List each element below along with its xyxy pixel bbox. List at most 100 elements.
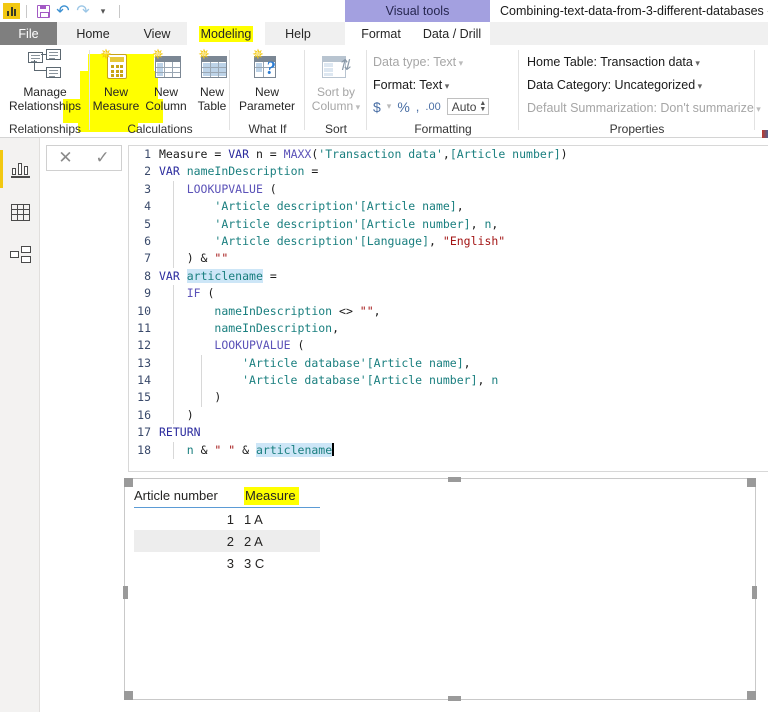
sidebar-item-report-view[interactable] xyxy=(0,150,40,188)
commit-formula-icon[interactable]: ✓ xyxy=(95,148,109,168)
dax-code-line[interactable]: 7 ) & "" xyxy=(129,250,768,268)
dax-code-line[interactable]: 12 LOOKUPVALUE ( xyxy=(129,337,768,355)
tab-modeling[interactable]: Modeling xyxy=(187,22,265,45)
resize-handle-br[interactable] xyxy=(747,691,756,700)
dax-token: ) xyxy=(159,407,194,422)
resize-handle-tr[interactable] xyxy=(747,478,756,487)
dax-code-line[interactable]: 13 'Article database'[Article name], xyxy=(129,354,768,373)
default-summarization-dropdown[interactable]: Default Summarization: Don't summarize ▾ xyxy=(527,101,761,115)
dax-token: nameInDescription xyxy=(214,320,333,335)
dax-code-line[interactable]: 3 LOOKUPVALUE ( xyxy=(129,180,768,199)
table-visual[interactable]: Article number Measure 1 1 A 2 2 A 3 3 C xyxy=(134,487,320,574)
ribbon-group-properties: Home Table: Transaction data ▾ Data Cate… xyxy=(519,45,761,138)
data-type-dropdown[interactable]: Data type: Text ▾ xyxy=(373,55,463,69)
sort-by-column-button[interactable]: ⇅ Sort by Column ▾ xyxy=(307,49,365,114)
tab-view[interactable]: View xyxy=(130,22,184,45)
cancel-formula-icon[interactable]: ✕ xyxy=(58,148,72,168)
dax-token: VAR xyxy=(228,147,250,161)
currency-format-button[interactable]: $ xyxy=(373,99,381,115)
qat-divider-2 xyxy=(119,4,120,18)
dax-code-line[interactable]: 17 RETURN xyxy=(129,424,768,441)
tab-format[interactable]: Format xyxy=(350,22,412,45)
table-row[interactable]: 2 2 A xyxy=(134,530,320,552)
currency-dropdown-icon[interactable]: ▾ xyxy=(387,101,392,112)
dax-code-line[interactable]: 1 Measure = VAR n = MAXX('Transaction dat… xyxy=(129,146,768,163)
tab-home[interactable]: Home xyxy=(63,22,123,45)
ribbon-group-what-if: ? ✵ New Parameter What If xyxy=(230,45,305,138)
dax-line-number: 14 xyxy=(137,373,151,388)
table-cell: 2 A xyxy=(244,533,263,549)
dax-code-line[interactable]: 4 'Article description'[Article name], xyxy=(129,198,768,216)
new-table-button[interactable]: ✵ New Table xyxy=(191,48,233,113)
dax-token: <> xyxy=(332,303,360,318)
ribbon: Manage Relationships Relationships ✵ New… xyxy=(0,45,768,138)
dax-code-line[interactable]: 2 VAR nameInDescription = xyxy=(129,163,768,180)
resize-handle-bl[interactable] xyxy=(124,691,133,700)
dax-code-line[interactable]: 6 'Article description'[Language], "Engl… xyxy=(129,232,768,251)
dax-code-line[interactable]: 11 nameInDescription, xyxy=(129,319,768,338)
percent-format-button[interactable]: % xyxy=(397,99,409,115)
decimal-places-button[interactable]: .00 xyxy=(425,101,440,113)
dax-token: [Article name] xyxy=(359,199,457,214)
decimal-places-stepper[interactable]: Auto ▲ ▼ xyxy=(446,98,490,115)
text-cursor xyxy=(332,442,334,456)
dax-code-line[interactable]: 8 VAR articlename = xyxy=(129,268,768,285)
indent-guide xyxy=(173,285,174,303)
new-column-button[interactable]: ✵ New Column xyxy=(143,48,189,113)
dax-code-line[interactable]: 15 ) xyxy=(129,389,768,407)
column-header-article-number[interactable]: Article number xyxy=(134,488,238,503)
data-category-dropdown[interactable]: Data Category: Uncategorized ▾ xyxy=(527,78,702,92)
resize-handle-right[interactable] xyxy=(752,586,757,599)
resize-handle-left[interactable] xyxy=(123,586,128,599)
dax-token: [Article name] xyxy=(366,355,464,370)
dax-token xyxy=(159,321,214,335)
resize-handle-bottom[interactable] xyxy=(448,696,461,701)
contextual-tab-group-visual-tools: Visual tools xyxy=(345,0,490,22)
dax-code-line[interactable]: 5 'Article description'[Article number],… xyxy=(129,215,768,233)
new-measure-button[interactable]: ✵ New Measure xyxy=(92,48,140,113)
ribbon-tab-row: File Home View Modeling Help Format Data… xyxy=(0,22,768,45)
dax-code-line[interactable]: 16 ) xyxy=(129,406,768,425)
dax-code-line[interactable]: 10 nameInDescription <> "", xyxy=(129,302,768,320)
tab-help[interactable]: Help xyxy=(272,22,324,45)
dax-line-number: 5 xyxy=(144,216,151,231)
table-row[interactable]: 3 3 C xyxy=(134,552,320,574)
format-dropdown[interactable]: Format: Text ▾ xyxy=(373,78,449,92)
dax-line-number: 1 xyxy=(144,147,151,161)
sidebar-item-data-view[interactable] xyxy=(0,193,40,231)
dax-line-number: 9 xyxy=(144,286,151,301)
window-title: Combining-text-data-from-3-different-dat… xyxy=(500,4,768,18)
dax-token: IF xyxy=(186,286,201,301)
stepper-arrows-icon[interactable]: ▲ ▼ xyxy=(479,100,486,113)
new-parameter-button[interactable]: ? ✵ New Parameter xyxy=(234,48,300,113)
dax-code-line[interactable]: 14 'Article database'[Article number], n xyxy=(129,372,768,390)
formula-bar-commit-controls: ✕ ✓ xyxy=(46,145,122,171)
home-table-dropdown[interactable]: Home Table: Transaction data ▾ xyxy=(527,55,700,69)
customize-qat-icon[interactable]: ▾ xyxy=(93,1,113,21)
dax-token: nameInDescription xyxy=(214,303,333,318)
table-row[interactable]: 1 1 A xyxy=(134,508,320,530)
resize-handle-top[interactable] xyxy=(448,477,461,482)
indent-guide xyxy=(173,198,174,216)
save-icon[interactable] xyxy=(33,1,53,21)
thousands-separator-button[interactable]: , xyxy=(416,99,420,114)
dax-token: LOOKUPVALUE xyxy=(214,338,291,353)
undo-icon[interactable]: ↶ xyxy=(53,1,73,21)
new-parameter-label: New Parameter xyxy=(238,85,296,113)
sidebar-item-model-view[interactable] xyxy=(0,236,40,274)
column-header-measure[interactable]: Measure xyxy=(238,487,320,505)
manage-relationships-button[interactable]: Manage Relationships xyxy=(9,49,81,113)
redo-icon[interactable]: ↷ xyxy=(73,1,93,21)
dax-token: n = xyxy=(249,147,284,161)
new-measure-icon: ✵ xyxy=(99,48,133,83)
overflow-partial-icon[interactable] xyxy=(762,130,768,138)
tab-data-drill[interactable]: Data / Drill xyxy=(415,22,489,45)
dax-code-line[interactable]: 9 IF ( xyxy=(129,285,768,303)
resize-handle-tl[interactable] xyxy=(124,478,133,487)
dax-formula-editor[interactable]: 1 Measure = VAR n = MAXX ('Transaction dat… xyxy=(128,145,768,472)
tab-file[interactable]: File xyxy=(0,22,57,45)
ribbon-group-label-formatting: Formatting xyxy=(414,122,472,136)
dax-token: , xyxy=(332,320,340,335)
dax-code-line[interactable]: 18 n & " " & articlename xyxy=(129,441,768,460)
dax-code-lines[interactable]: 1 Measure = VAR n = MAXX ('Transaction dat… xyxy=(129,146,768,460)
